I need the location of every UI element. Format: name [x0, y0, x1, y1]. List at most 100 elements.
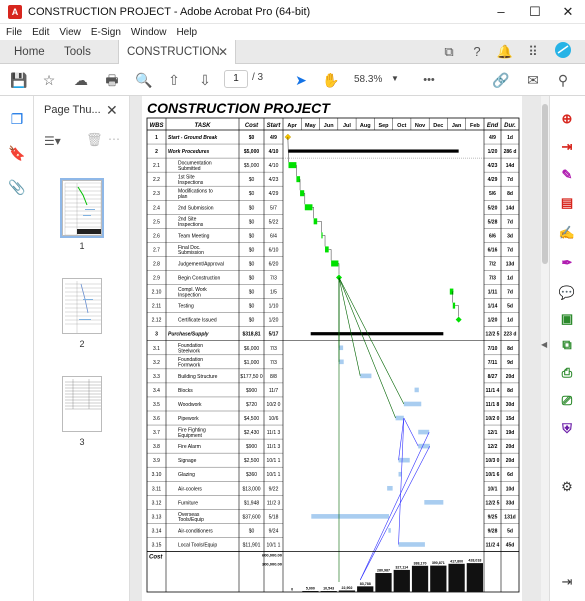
close-window-button[interactable]: ✕ [551, 0, 585, 24]
close-tab-icon[interactable]: ✕ [218, 40, 228, 64]
export-pdf-icon[interactable]: ⇥ [556, 136, 578, 158]
select-cursor-icon[interactable]: ➤ [290, 69, 312, 91]
row-duration: 13d [506, 261, 515, 267]
row-end: 10/1 [488, 486, 498, 492]
supply-bar [403, 401, 422, 407]
share-screen-icon[interactable]: ⧉ [438, 41, 460, 63]
row-start: 10/2 0 [267, 402, 281, 408]
row-end: 4/23 [488, 163, 498, 169]
cost-bar [338, 590, 356, 592]
more-tools-icon[interactable]: ••• [418, 69, 440, 91]
help-icon[interactable]: ? [466, 41, 488, 63]
thumbnail-options-icon[interactable]: ☰▾ [44, 134, 61, 148]
row-task: Team Meeting [178, 233, 210, 239]
row-start: 4/9 [270, 135, 277, 141]
page-thumbnail-2[interactable] [62, 278, 102, 334]
menu-file[interactable]: File [6, 27, 22, 38]
customize-tools-icon[interactable]: ⚙ [556, 476, 578, 498]
row-end: 6/16 [488, 247, 498, 253]
row-duration: 19d [506, 430, 515, 436]
notifications-bell-icon[interactable]: 🔔 [494, 41, 516, 63]
account-avatar[interactable] [552, 41, 574, 63]
next-page-icon[interactable]: ⇩ [194, 69, 216, 91]
page-thumbnails-icon[interactable]: ❐ [6, 108, 28, 130]
row-end: 5/20 [488, 205, 498, 211]
scrollbar-thumb[interactable] [542, 104, 548, 264]
row-wbs: 3.1 [153, 346, 160, 352]
tab-document[interactable]: CONSTRUCTION P... ✕ [118, 40, 236, 82]
supply-bar [387, 485, 393, 491]
maximize-button[interactable]: ☐ [518, 0, 552, 24]
gantt-chart: CONSTRUCTION PROJECT WBS TASK Cost Start End D… [146, 100, 520, 593]
request-signature-icon[interactable]: ✍ [556, 222, 578, 244]
cost-bar [448, 563, 465, 592]
scan-ocr-icon[interactable]: ⎙ [556, 362, 578, 384]
tab-home[interactable]: Home [14, 40, 45, 64]
row-start: 5/7 [270, 205, 277, 211]
row-end: 9/28 [488, 528, 498, 534]
page-thumbnail-3[interactable] [62, 376, 102, 432]
page-thumbnail-1[interactable] [60, 178, 104, 238]
row-wbs: 2.6 [153, 233, 160, 239]
protect-icon[interactable]: ⛨ [556, 418, 578, 440]
expand-right-panel-icon[interactable]: ◀ [541, 340, 547, 349]
row-cost: $0 [249, 261, 255, 267]
upload-cloud-icon[interactable]: ☁ [70, 69, 92, 91]
menu-help[interactable]: Help [176, 27, 197, 38]
fill-sign-icon[interactable]: ✒ [556, 252, 578, 274]
menu-esign[interactable]: E-Sign [91, 27, 121, 38]
organize-pages-icon[interactable]: ▤ [556, 192, 578, 214]
delete-page-icon[interactable]: 🗑 [86, 132, 103, 148]
acrobat-app-icon: A [8, 4, 22, 19]
row-start: 4/29 [269, 191, 279, 197]
cost-bar [393, 569, 410, 592]
row-cost: $0 [249, 276, 255, 282]
search-zoom-icon[interactable]: 🔍 [133, 69, 155, 91]
minimize-button[interactable]: – [484, 0, 518, 24]
extract-page-icon[interactable]: ⋯ [108, 132, 120, 146]
close-panel-icon[interactable]: ✕ [106, 102, 118, 119]
edit-pdf-icon[interactable]: ✎ [556, 164, 578, 186]
row-duration: 20d [506, 444, 515, 450]
bookmarks-icon[interactable]: 🔖 [6, 142, 28, 164]
expand-tools-arrow-icon[interactable]: ⇥ [556, 571, 578, 593]
cost-value-label: 22,902 [341, 586, 352, 590]
supply-bar [388, 528, 391, 533]
create-pdf-icon[interactable]: ⊕ [556, 108, 578, 130]
zoom-level[interactable]: 58.3% [354, 74, 382, 85]
user-search-icon[interactable]: ⚲ [552, 69, 574, 91]
link-icon[interactable]: 🔗 [490, 69, 512, 91]
task-bar [313, 218, 318, 225]
menu-window[interactable]: Window [131, 27, 167, 38]
row-end: 12/2 5 [486, 500, 500, 506]
row-cost: $0 [249, 135, 255, 141]
comment-icon[interactable]: 💬 [556, 282, 578, 304]
menu-view[interactable]: View [59, 27, 81, 38]
cost-axis-top: 600,000.00 [262, 553, 283, 558]
row-cost: $5,000 [244, 149, 260, 155]
cost-bar [466, 563, 483, 592]
bookmark-star-icon[interactable]: ☆ [38, 69, 60, 91]
row-cost: $0 [249, 191, 255, 197]
compress-pdf-icon[interactable]: ▣ [556, 308, 578, 330]
attachments-paperclip-icon[interactable]: 📎 [6, 176, 28, 198]
window-title: CONSTRUCTION PROJECT - Adobe Acrobat Pro… [28, 5, 311, 18]
row-cost: $0 [249, 219, 255, 225]
row-start: 1/5 [270, 290, 277, 296]
row-cost: $2,430 [244, 430, 260, 436]
page-number-input[interactable]: 1 [224, 70, 248, 88]
document-viewer[interactable]: CONSTRUCTION PROJECT WBS TASK Cost Start End D… [130, 96, 541, 601]
save-icon[interactable]: 💾 [8, 69, 30, 91]
print-production-icon[interactable]: ⎚ [556, 390, 578, 412]
email-icon[interactable]: ✉ [522, 69, 544, 91]
hand-tool-icon[interactable]: ✋ [320, 69, 342, 91]
combine-files-icon[interactable]: ⧉ [556, 334, 578, 356]
apps-grid-icon[interactable]: ⠿ [522, 41, 544, 63]
task-bar [325, 246, 329, 253]
previous-page-icon[interactable]: ⇧ [163, 69, 185, 91]
row-wbs: 2.7 [153, 247, 160, 253]
print-icon[interactable]: 🖶 [101, 69, 123, 91]
zoom-dropdown-icon[interactable]: ▼ [391, 74, 399, 83]
menu-edit[interactable]: Edit [32, 27, 49, 38]
tab-tools[interactable]: Tools [64, 40, 91, 64]
